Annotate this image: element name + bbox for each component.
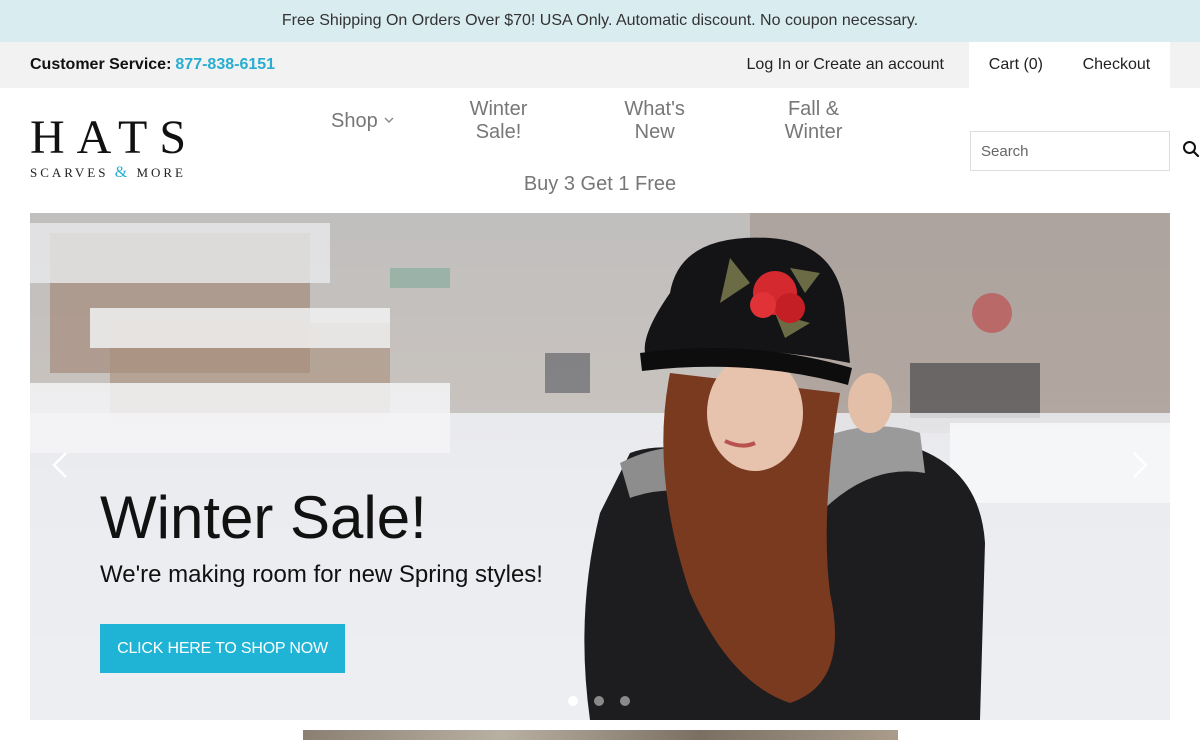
nav-item-fall-winter[interactable]: Fall & Winter: [758, 98, 869, 144]
nav-item-winter-sale[interactable]: Winter Sale!: [446, 98, 552, 144]
slide-dots: [568, 696, 630, 706]
nav-item-shop[interactable]: Shop: [331, 110, 394, 133]
shop-now-button[interactable]: CLICK HERE TO SHOP NOW: [100, 624, 345, 673]
next-section-image: [303, 730, 898, 740]
nav-item-whats-new[interactable]: What's New: [603, 98, 706, 144]
logo-subtitle: SCARVES & MORE: [30, 164, 202, 182]
or-text: or: [795, 56, 810, 73]
promo-text: Free Shipping On Orders Over $70! USA On…: [281, 12, 919, 29]
create-account-link[interactable]: Create an account: [813, 56, 944, 74]
logo-sub-left: SCARVES: [30, 165, 109, 180]
search-icon: [1182, 140, 1200, 163]
nav-item-buy3get1[interactable]: Buy 3 Get 1 Free: [524, 173, 676, 196]
promo-bar: Free Shipping On Orders Over $70! USA On…: [0, 0, 1200, 42]
cart-link[interactable]: Cart (0): [989, 56, 1043, 74]
slide-dot-1[interactable]: [568, 696, 578, 706]
customer-service-label: Customer Service:: [30, 56, 172, 73]
main-nav: Shop Winter Sale! What's New Fall & Wint…: [305, 98, 895, 205]
phone-link[interactable]: 877-838-6151: [175, 56, 275, 74]
checkout-link[interactable]: Checkout: [1083, 56, 1151, 74]
chevron-down-icon: [384, 115, 394, 127]
hero-title: Winter Sale!: [100, 484, 427, 551]
logo-sub-right: MORE: [136, 165, 186, 180]
nav-row-2: Buy 3 Get 1 Free: [305, 163, 895, 205]
slide-dot-3[interactable]: [620, 696, 630, 706]
hero-subtitle: We're making room for new Spring styles!: [100, 561, 543, 588]
hero-slideshow[interactable]: Winter Sale! We're making room for new S…: [30, 213, 1170, 720]
logo-main-text: HATS: [30, 111, 199, 164]
site-logo[interactable]: HATS SCARVES & MORE: [30, 114, 202, 184]
login-link[interactable]: Log In: [747, 56, 791, 74]
chevron-right-icon[interactable]: [1130, 450, 1150, 480]
search-input[interactable]: [971, 132, 1182, 170]
logo-ampersand: &: [114, 164, 131, 181]
search-button[interactable]: [1182, 132, 1200, 170]
search-box: [970, 131, 1200, 171]
customer-service: Customer Service: 877-838-6151: [30, 42, 275, 88]
utility-bar: Customer Service: 877-838-6151 Log In or…: [0, 42, 1200, 88]
nav-item-label: Shop: [331, 109, 378, 132]
slide-dot-2[interactable]: [594, 696, 604, 706]
chevron-left-icon[interactable]: [50, 450, 70, 480]
nav-row-1: Shop Winter Sale! What's New Fall & Wint…: [305, 98, 895, 144]
cart-checkout-box: Cart (0) Checkout: [969, 42, 1170, 88]
account-links: Log In or Create an account: [747, 42, 944, 88]
